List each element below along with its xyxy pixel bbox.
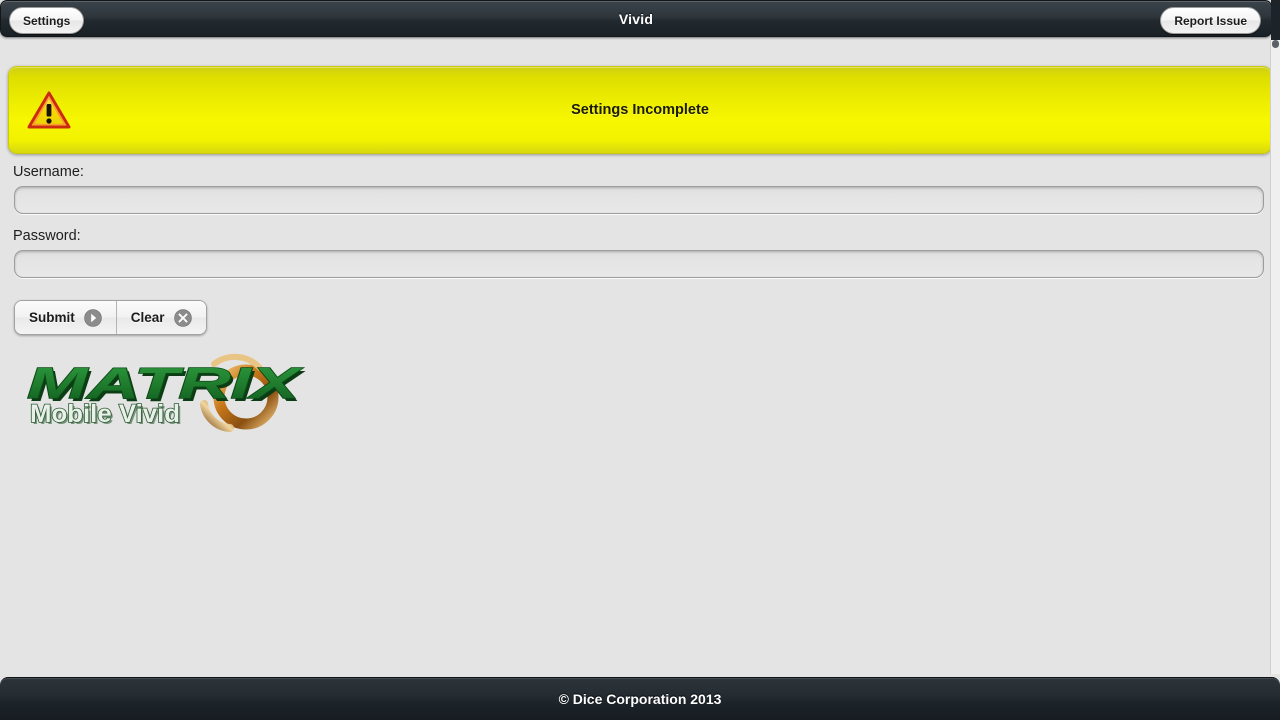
svg-text:Mobile Vivid: Mobile Vivid [30, 400, 180, 428]
username-label: Username: [13, 164, 84, 180]
app-header: Settings Vivid Report Issue [0, 0, 1272, 37]
username-input[interactable] [14, 186, 1264, 214]
logo-tagline: Mobile Vivid Mobile Vivid [29, 399, 182, 430]
status-banner-message: Settings Incomplete [571, 102, 709, 118]
app-window: Settings Vivid Report Issue Settings Inc… [0, 0, 1280, 720]
password-input[interactable] [14, 250, 1264, 278]
close-circle-icon [173, 308, 192, 327]
form-actions: Submit Clear [14, 300, 207, 335]
clear-button[interactable]: Clear [115, 301, 206, 334]
report-issue-button[interactable]: Report Issue [1160, 7, 1261, 34]
status-banner: Settings Incomplete [8, 66, 1272, 154]
scrollbar-top-cap [1271, 0, 1280, 40]
clear-button-label: Clear [130, 310, 165, 325]
settings-button[interactable]: Settings [9, 7, 85, 34]
submit-button-label: Submit [29, 310, 75, 325]
login-form: Username: Password: [0, 162, 1280, 290]
status-banner-wrapper: Settings Incomplete [8, 66, 1272, 154]
app-footer: © Dice Corporation 2013 [0, 677, 1280, 720]
password-label: Password: [13, 228, 81, 244]
copyright-text: © Dice Corporation 2013 [558, 691, 722, 707]
arrow-right-circle-icon [83, 308, 102, 327]
warning-triangle-icon [27, 91, 71, 129]
page-title: Vivid [618, 10, 654, 27]
vertical-scrollbar-thumb[interactable] [1272, 40, 1279, 48]
vertical-scrollbar-track[interactable] [1270, 40, 1280, 674]
submit-button[interactable]: Submit [15, 301, 116, 334]
matrix-mobile-vivid-logo: MATRIX MATRIX Mobile Vivid Mobile Vivid [26, 353, 306, 432]
